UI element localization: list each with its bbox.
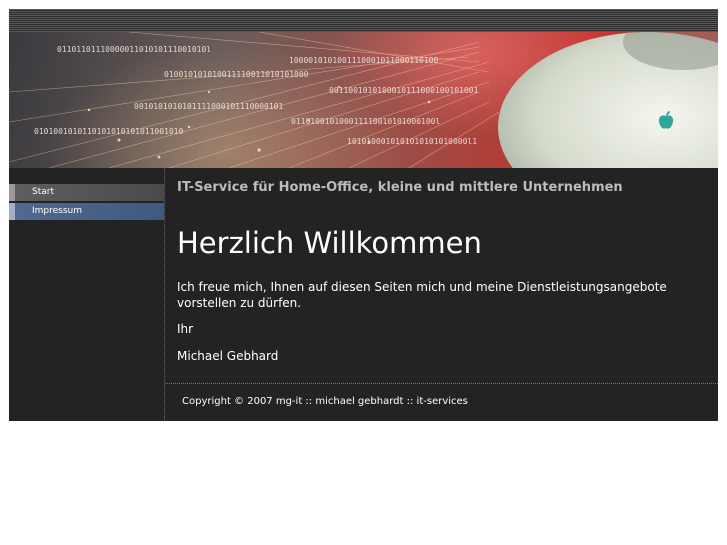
signature-text: Michael Gebhard (177, 349, 279, 363)
binary-line: 010010101010011110011010101000 (164, 70, 309, 79)
copyright-text: Copyright © 2007 mg-it :: michael gebhar… (182, 396, 468, 407)
binary-line: 0010101010101111000101110000101 (134, 102, 284, 111)
footer: Copyright © 2007 mg-it :: michael gebhar… (165, 383, 718, 422)
binary-line: 0110110111000001101010111001010l (57, 45, 212, 54)
binary-line: 011010010100011110010101000100l (291, 117, 441, 126)
header-banner: 0110110111000001101010111001010l 1000010… (9, 32, 718, 168)
nav-item-label: Start (32, 187, 54, 197)
nav-item-impressum[interactable]: Impressum (9, 203, 164, 220)
closing-text: Ihr (177, 322, 194, 336)
binary-line: 1000010101001110001011000110100 (289, 56, 439, 65)
main-content: IT-Service für Home-Office, kleine und m… (165, 168, 718, 421)
site-subtitle: IT-Service für Home-Office, kleine und m… (177, 180, 623, 195)
imac-image (498, 32, 718, 168)
binary-line: 0101001010110101010101011001010 (34, 127, 184, 136)
nav-item-start[interactable]: Start (9, 184, 164, 201)
intro-text: Ich freue mich, Ihnen auf diesen Seiten … (177, 280, 667, 310)
page-heading: Herzlich Willkommen (177, 226, 482, 260)
binary-line: 1010100010101010101010000l1 (347, 137, 478, 146)
site-container: 0110110111000001101010111001010l 1000010… (9, 9, 718, 421)
binary-line: 0011001010100010111000100101001 (329, 86, 479, 95)
apple-logo-icon (655, 110, 677, 132)
header-stripes (9, 9, 718, 32)
nav-item-label: Impressum (32, 206, 83, 216)
sidebar: Start Impressum (9, 168, 165, 421)
